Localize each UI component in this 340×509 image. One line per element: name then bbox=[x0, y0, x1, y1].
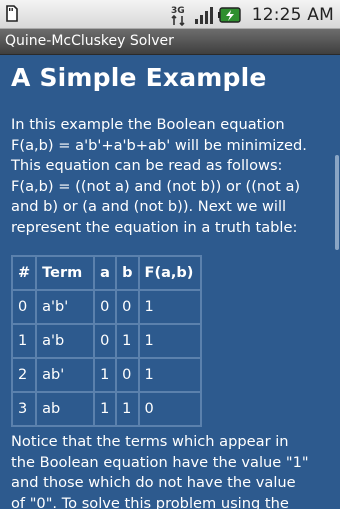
cell-term: a'b' bbox=[35, 289, 96, 325]
cell-b: 1 bbox=[115, 391, 140, 427]
table-row: 3 ab 1 1 0 bbox=[10, 391, 202, 427]
cell-function: 1 bbox=[137, 357, 202, 393]
intro-line: F(a,b) = ((not a) and (not b)) or ((not … bbox=[11, 177, 301, 195]
intro-line: F(a,b) = a'b'+a'b+ab' will be minimized. bbox=[11, 136, 307, 154]
cell-function: 1 bbox=[137, 323, 202, 359]
table-row: 0 a'b' 0 0 1 bbox=[10, 289, 202, 325]
scrollbar-thumb[interactable] bbox=[335, 155, 339, 250]
truth-table: # Term a b F(a,b) 0 a'b' 0 0 1 1 a'b 0 1… bbox=[10, 255, 202, 427]
cell-function: 1 bbox=[137, 289, 202, 325]
sd-card-icon bbox=[6, 5, 18, 22]
battery-icon bbox=[217, 6, 241, 23]
intro-line: In this example the Boolean equation bbox=[11, 116, 285, 133]
page-title: A Simple Example bbox=[11, 63, 267, 92]
cell-b: 1 bbox=[115, 323, 140, 359]
header-b: b bbox=[115, 255, 140, 291]
intro-paragraph: In this example the Boolean equation F(a… bbox=[11, 115, 333, 238]
3g-icon: 3G bbox=[171, 6, 185, 26]
cell-a: 1 bbox=[93, 391, 118, 427]
intro-line: and b) or (a and (not b)). Next we will bbox=[11, 198, 287, 215]
cell-number: 1 bbox=[10, 323, 38, 359]
cell-a: 0 bbox=[93, 289, 118, 325]
cell-a: 0 bbox=[93, 323, 118, 359]
cell-term: a'b bbox=[35, 323, 96, 359]
status-icons: 3G 12:25 AM bbox=[170, 0, 334, 29]
cell-term: ab bbox=[35, 391, 96, 427]
intro-line: represent the equation in a truth table: bbox=[11, 218, 298, 236]
content-scroll-area[interactable]: A Simple Example In this example the Boo… bbox=[0, 55, 340, 509]
table-row: 2 ab' 1 0 1 bbox=[10, 357, 202, 393]
explanation-line: Notice that the terms which appear in bbox=[11, 433, 289, 450]
explanation-line: of "0". To solve this problem using the bbox=[11, 494, 289, 509]
cell-b: 0 bbox=[115, 289, 140, 325]
app-title: Quine-McCluskey Solver bbox=[5, 33, 174, 49]
cell-function: 0 bbox=[137, 391, 202, 427]
signal-icon bbox=[194, 6, 213, 24]
svg-text:3G: 3G bbox=[171, 6, 185, 16]
cell-term: ab' bbox=[35, 357, 96, 393]
cell-b: 0 bbox=[115, 357, 140, 393]
explanation-paragraph: Notice that the terms which appear in th… bbox=[11, 432, 333, 509]
table-header-row: # Term a b F(a,b) bbox=[10, 255, 202, 291]
cell-a: 1 bbox=[93, 357, 118, 393]
header-number: # bbox=[10, 255, 38, 291]
explanation-line: and those which do not have the value bbox=[11, 474, 296, 491]
cell-number: 3 bbox=[10, 391, 38, 427]
intro-line: This equation can be read as follows: bbox=[11, 157, 283, 174]
header-term: Term bbox=[35, 255, 96, 291]
status-time: 12:25 AM bbox=[251, 4, 334, 25]
status-bar: 3G 12:25 AM bbox=[0, 0, 340, 29]
explanation-line: the Boolean equation have the value "1" bbox=[11, 453, 309, 471]
table-row: 1 a'b 0 1 1 bbox=[10, 323, 202, 359]
cell-number: 0 bbox=[10, 289, 38, 325]
header-a: a bbox=[93, 255, 118, 291]
app-title-bar: Quine-McCluskey Solver bbox=[0, 29, 340, 55]
header-function: F(a,b) bbox=[137, 255, 202, 291]
cell-number: 2 bbox=[10, 357, 38, 393]
